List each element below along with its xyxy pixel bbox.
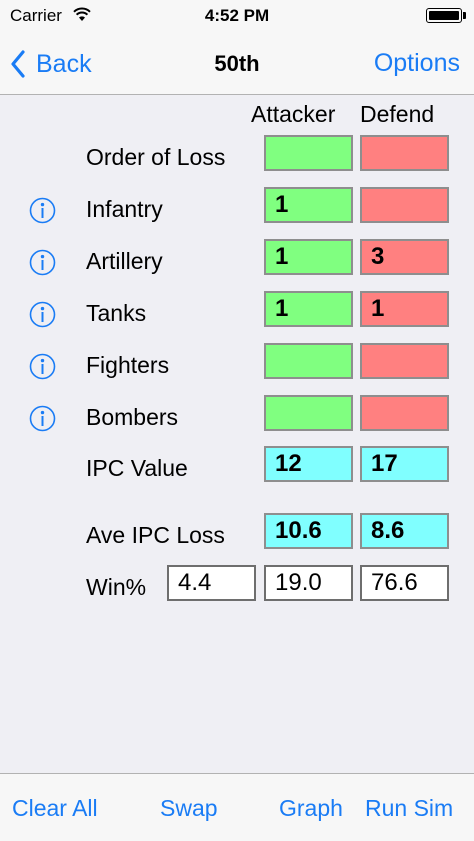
- ave-ipc-loss-label: Ave IPC Loss: [86, 522, 225, 548]
- status-time: 4:52 PM: [204, 6, 270, 25]
- attacker-artillery-field[interactable]: 1: [264, 239, 353, 275]
- order-of-loss-label: Order of Loss: [86, 144, 226, 170]
- bottom-toolbar: Clear All Swap Graph Run Sim: [0, 773, 474, 841]
- fighters-info-icon[interactable]: [29, 353, 56, 380]
- navigation-bar: Back 50th Options: [0, 32, 474, 95]
- attacker-win-percent: 19.0: [264, 565, 353, 601]
- artillery-label: Artillery: [86, 248, 163, 274]
- attacker-infantry-field[interactable]: 1: [264, 187, 353, 223]
- battery-nub: [463, 12, 466, 19]
- attacker-ipc-value: 12: [264, 446, 353, 482]
- defender-order-of-loss-field[interactable]: [360, 135, 449, 171]
- attacker-tanks-field[interactable]: 1: [264, 291, 353, 327]
- attacker-fighters-field[interactable]: [264, 343, 353, 379]
- defender-fighters-field[interactable]: [360, 343, 449, 379]
- attacker-ave-ipc-loss: 10.6: [264, 513, 353, 549]
- tanks-label: Tanks: [86, 300, 147, 326]
- infantry-label: Infantry: [86, 196, 163, 222]
- battle-table: Attacker Defend Order of Loss Infantry 1…: [0, 95, 474, 773]
- attacker-order-of-loss-field[interactable]: [264, 135, 353, 171]
- clear-all-button[interactable]: Clear All: [12, 795, 98, 822]
- defender-ave-ipc-loss: 8.6: [360, 513, 449, 549]
- attacker-column-header: Attacker: [251, 101, 336, 127]
- run-sim-button[interactable]: Run Sim: [365, 795, 453, 822]
- graph-button[interactable]: Graph: [279, 795, 343, 822]
- bombers-info-icon[interactable]: [29, 405, 56, 432]
- tanks-info-icon[interactable]: [29, 301, 56, 328]
- attacker-bombers-field[interactable]: [264, 395, 353, 431]
- defender-infantry-field[interactable]: [360, 187, 449, 223]
- artillery-info-icon[interactable]: [29, 249, 56, 276]
- win-percent-label: Win%: [86, 574, 147, 600]
- ipc-value-label: IPC Value: [86, 455, 188, 481]
- draw-win-percent: 4.4: [167, 565, 256, 601]
- swap-button[interactable]: Swap: [160, 795, 218, 822]
- defend-column-header: Defend: [360, 101, 435, 127]
- infantry-info-icon[interactable]: [29, 197, 56, 224]
- battery-icon: [426, 8, 462, 23]
- defender-win-percent: 76.6: [360, 565, 449, 601]
- status-bar: Carrier 4:52 PM: [0, 0, 474, 32]
- bombers-label: Bombers: [86, 404, 179, 430]
- defender-ipc-value: 17: [360, 446, 449, 482]
- defender-bombers-field[interactable]: [360, 395, 449, 431]
- defender-tanks-field[interactable]: 1: [360, 291, 449, 327]
- defender-artillery-field[interactable]: 3: [360, 239, 449, 275]
- fighters-label: Fighters: [86, 352, 170, 378]
- options-button[interactable]: Options: [374, 49, 460, 78]
